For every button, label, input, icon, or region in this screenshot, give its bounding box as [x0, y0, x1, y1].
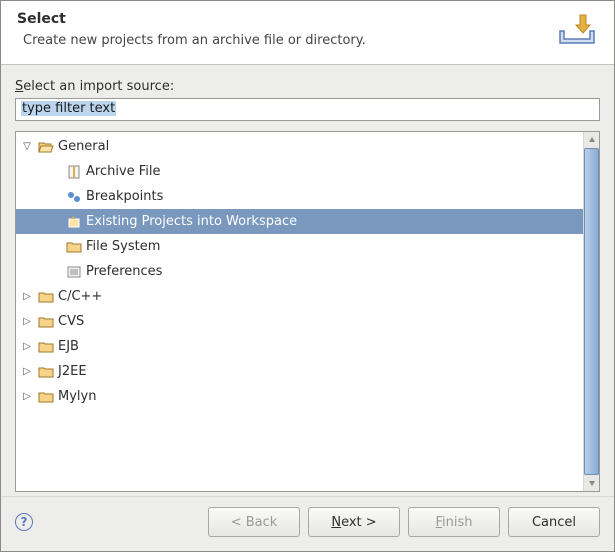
tree-item-label: File System	[86, 239, 160, 254]
tree-item-label: Archive File	[86, 164, 161, 179]
scroll-down-button[interactable]	[584, 475, 599, 491]
tree-item-breakpoints[interactable]: Breakpoints	[16, 184, 583, 209]
tree-item-label: Existing Projects into Workspace	[86, 214, 297, 229]
archive-icon	[66, 164, 82, 180]
collapse-icon[interactable]: ▽	[20, 140, 34, 154]
banner-text: Select Create new projects from an archi…	[17, 11, 544, 48]
tree-scrollbar[interactable]	[583, 132, 599, 491]
tree-item-j2ee[interactable]: ▷ J2EE	[16, 359, 583, 384]
folder-icon	[38, 389, 54, 405]
tree-item-c-cpp[interactable]: ▷ C/C++	[16, 284, 583, 309]
tree-item-general[interactable]: ▽ General	[16, 134, 583, 159]
tree-item-mylyn[interactable]: ▷ Mylyn	[16, 384, 583, 409]
cancel-button[interactable]: Cancel	[508, 507, 600, 537]
footer: ? < Back Next > Finish Cancel	[1, 496, 614, 551]
tree-item-existing-projects[interactable]: Existing Projects into Workspace	[16, 209, 583, 234]
expand-icon[interactable]: ▷	[20, 340, 34, 354]
expand-icon[interactable]: ▷	[20, 315, 34, 329]
filter-selection: type filter text	[21, 101, 116, 116]
breakpoints-icon	[66, 189, 82, 205]
prefs-icon	[66, 264, 82, 280]
banner: Select Create new projects from an archi…	[1, 1, 614, 65]
source-label: Select an import source:	[15, 79, 600, 94]
scroll-thumb[interactable]	[584, 148, 599, 475]
banner-title: Select	[17, 11, 544, 27]
next-button[interactable]: Next >	[308, 507, 400, 537]
folder-icon	[66, 239, 82, 255]
main-content: Select an import source: type filter tex…	[1, 65, 614, 496]
tree-item-label: Mylyn	[58, 389, 96, 404]
expand-icon[interactable]: ▷	[20, 390, 34, 404]
import-wizard-icon	[556, 11, 598, 47]
folder-icon	[38, 364, 54, 380]
folder-icon	[38, 339, 54, 355]
folder-open-icon	[38, 139, 54, 155]
tree-item-archive-file[interactable]: Archive File	[16, 159, 583, 184]
tree-item-file-system[interactable]: File System	[16, 234, 583, 259]
tree-item-preferences[interactable]: Preferences	[16, 259, 583, 284]
back-button[interactable]: < Back	[208, 507, 300, 537]
wizard-icon	[66, 214, 82, 230]
tree-item-label: EJB	[58, 339, 79, 354]
import-source-tree[interactable]: ▽ General Archive File Breakpoints Existing …	[16, 132, 583, 491]
tree-item-ejb[interactable]: ▷ EJB	[16, 334, 583, 359]
tree-container: ▽ General Archive File Breakpoints Existing …	[15, 131, 600, 492]
expand-icon[interactable]: ▷	[20, 290, 34, 304]
banner-description: Create new projects from an archive file…	[23, 33, 544, 48]
folder-icon	[38, 289, 54, 305]
tree-item-label: Breakpoints	[86, 189, 163, 204]
scroll-up-button[interactable]	[584, 132, 599, 148]
tree-item-label: Preferences	[86, 264, 162, 279]
tree-item-cvs[interactable]: ▷ CVS	[16, 309, 583, 334]
tree-item-label: C/C++	[58, 289, 102, 304]
expand-icon[interactable]: ▷	[20, 365, 34, 379]
folder-icon	[38, 314, 54, 330]
help-icon[interactable]: ?	[15, 513, 33, 531]
tree-item-label: CVS	[58, 314, 84, 329]
tree-item-label: J2EE	[58, 364, 87, 379]
filter-wrap: type filter text	[15, 98, 600, 121]
finish-button[interactable]: Finish	[408, 507, 500, 537]
tree-item-label: General	[58, 139, 109, 154]
